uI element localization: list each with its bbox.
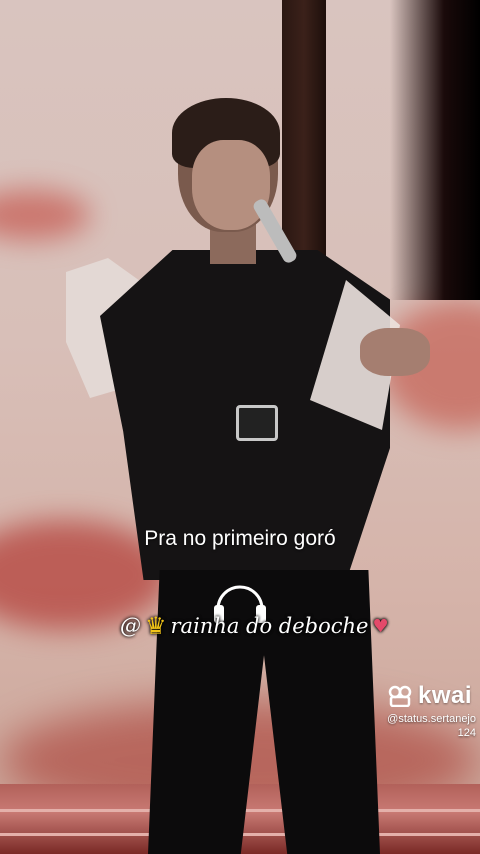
kwai-brand-text: kwai xyxy=(418,682,473,709)
video-caption: Pra no primeiro goró xyxy=(144,527,336,550)
video-frame[interactable]: Pra no primeiro goró @ ♛ rainha do deboc… xyxy=(0,0,480,854)
crown-icon: ♛ xyxy=(145,612,167,640)
performer xyxy=(60,98,440,854)
belt-buckle xyxy=(236,405,278,441)
creator-handle: @status.sertanejo 124 xyxy=(376,712,476,740)
performer-hand xyxy=(360,328,430,376)
signature-name: rainha do deboche xyxy=(170,614,369,638)
handle-line: 124 xyxy=(457,727,476,739)
kwai-logo-icon xyxy=(388,685,412,707)
handle-line: @status.sertanejo xyxy=(387,713,476,725)
lips-icon: ♥ xyxy=(372,615,389,637)
creator-signature: @ ♛ rainha do deboche ♥ xyxy=(120,612,389,640)
kwai-watermark: kwai xyxy=(388,682,472,710)
signature-prefix: @ xyxy=(120,614,141,638)
